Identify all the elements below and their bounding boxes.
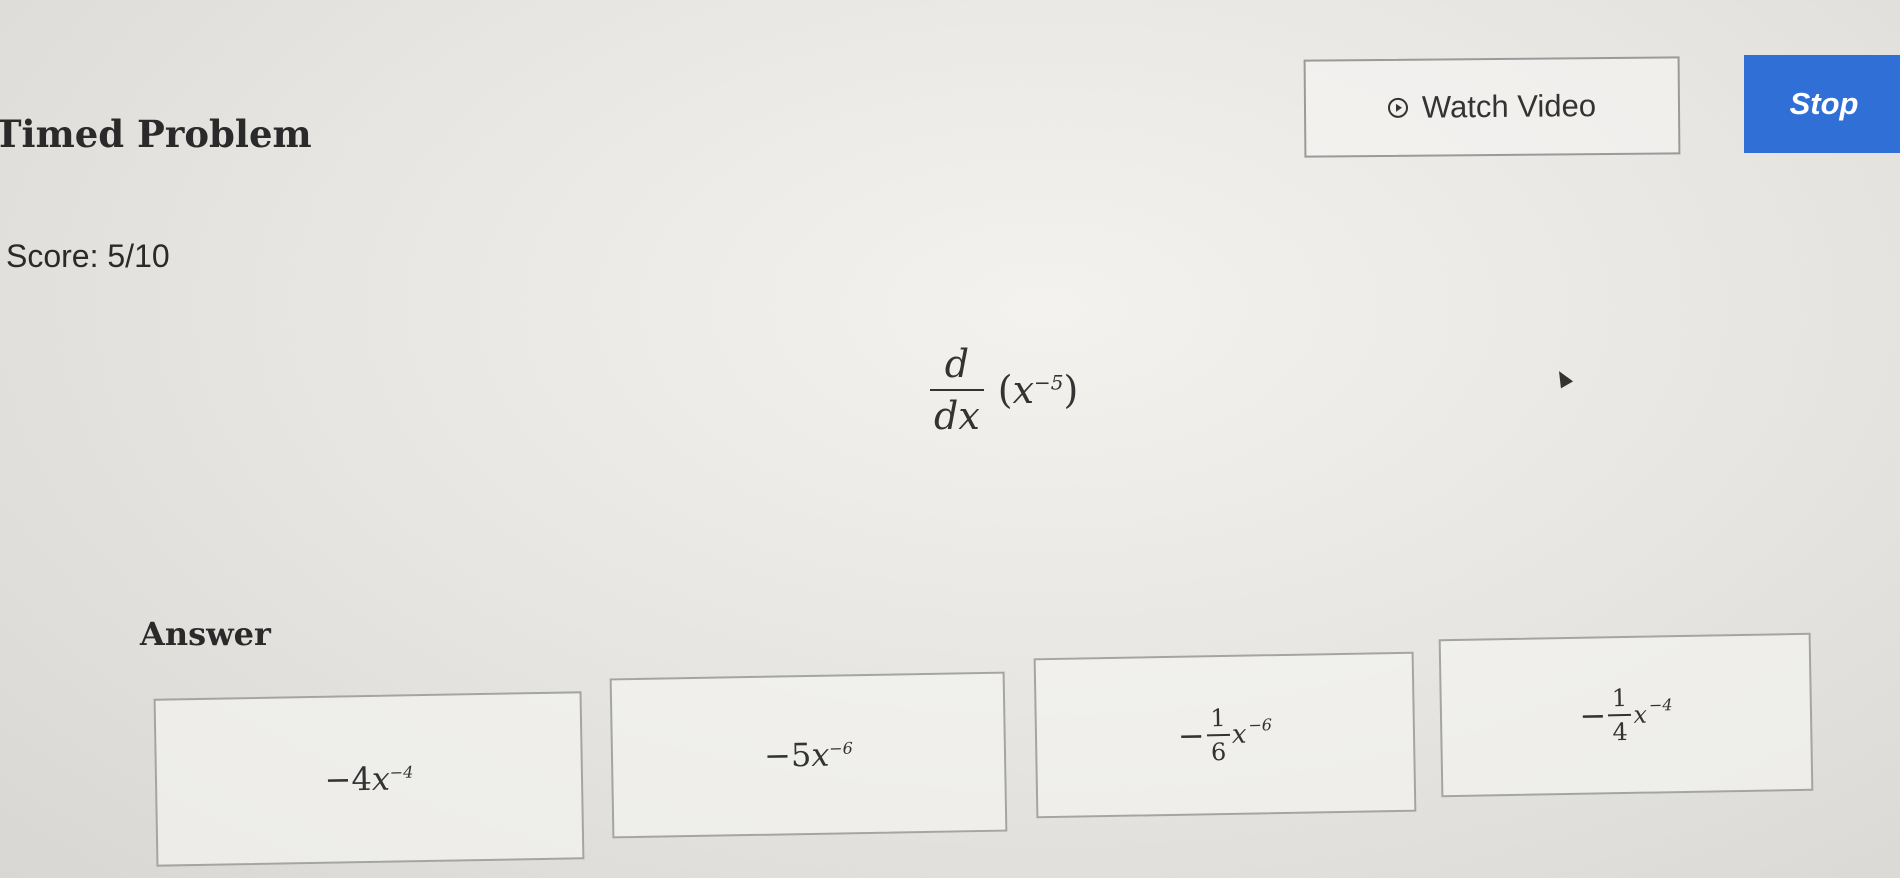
choice-3-numerator: 1: [1210, 704, 1226, 733]
mouse-pointer-icon: [1552, 367, 1574, 389]
fraction-bar: [930, 389, 984, 391]
answer-choice-3[interactable]: − 1 6 x −6: [1033, 651, 1417, 819]
fraction-bar: [1608, 714, 1632, 717]
choice-4-exponent: −4: [1648, 695, 1673, 715]
page-title: Timed Problem: [0, 112, 312, 156]
question-base: x: [1012, 368, 1035, 412]
choice-2-var: x: [810, 735, 830, 774]
choice-4-sign: −: [1579, 696, 1607, 735]
choice-1-expression: −4x−4: [324, 759, 413, 799]
choice-4-denominator: 4: [1612, 717, 1629, 746]
score-text: Score: 5/10: [6, 238, 170, 274]
choice-1-coef: 4: [351, 759, 373, 799]
answer-label: Answer: [140, 615, 271, 653]
choice-3-var: x: [1231, 719, 1247, 750]
answer-choice-4[interactable]: − 1 4 x −4: [1438, 632, 1814, 798]
play-circle-icon: [1387, 97, 1409, 118]
choice-3-expression: − 1 6 x −6: [1177, 704, 1273, 766]
question-operand: (x−5): [997, 368, 1079, 412]
derivative-denominator: dx: [934, 394, 980, 438]
choice-3-sign: −: [1177, 716, 1205, 755]
choice-4-numerator: 1: [1611, 684, 1628, 713]
watch-video-button[interactable]: Watch Video: [1303, 56, 1681, 158]
choice-4-expression: − 1 4 x −4: [1579, 684, 1673, 746]
question-exponent: −5: [1034, 370, 1064, 395]
choice-3-fraction: 1 6: [1206, 704, 1230, 766]
answer-choice-1[interactable]: −4x−4: [153, 691, 585, 867]
answer-choice-2[interactable]: −5x−6: [609, 671, 1008, 839]
choice-1-var: x: [371, 759, 391, 798]
choice-2-expression: −5x−6: [764, 735, 853, 775]
question-expression: d dx (x−5): [930, 345, 1078, 435]
watch-video-label: Watch Video: [1421, 88, 1597, 125]
stop-button[interactable]: Stop: [1744, 55, 1900, 153]
choice-3-exponent: −6: [1248, 715, 1273, 735]
derivative-numerator: d: [944, 342, 970, 386]
fraction-bar: [1206, 734, 1230, 737]
choice-2-coef: 5: [790, 735, 812, 775]
choice-3-denominator: 6: [1210, 737, 1227, 766]
choice-1-exponent: −4: [389, 762, 414, 782]
derivative-operator: d dx: [930, 345, 984, 435]
choice-4-fraction: 1 4: [1608, 684, 1632, 746]
choice-2-sign: −: [763, 736, 792, 775]
choice-1-sign: −: [324, 760, 352, 799]
choice-4-var: x: [1633, 700, 1648, 729]
choice-2-exponent: −6: [829, 738, 853, 758]
